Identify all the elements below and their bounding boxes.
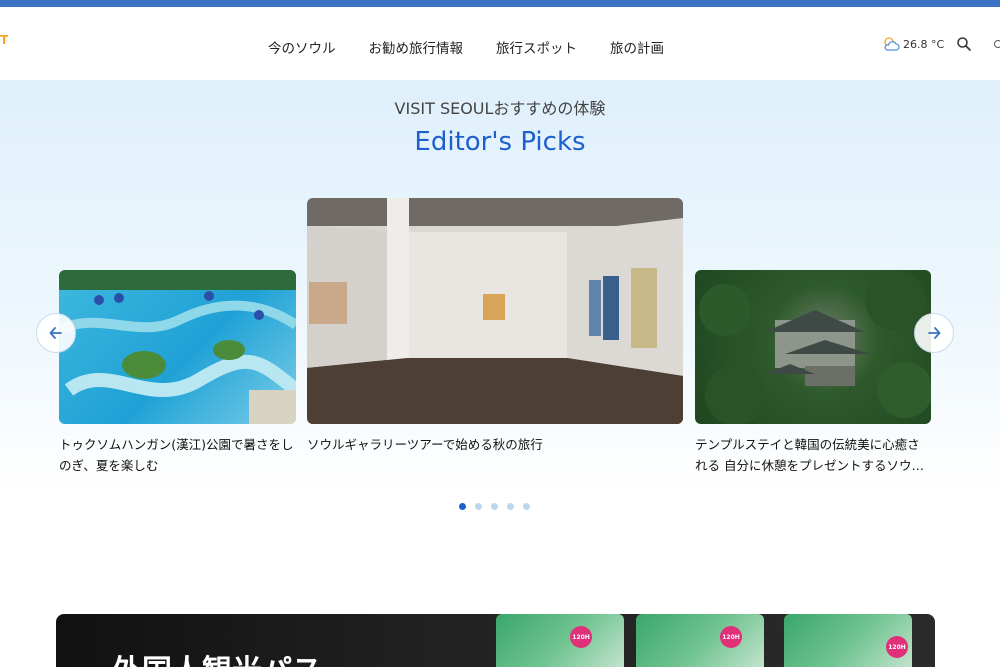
carousel-pagination (459, 503, 530, 510)
arrow-left-icon (49, 327, 62, 339)
gallery-illustration (307, 198, 683, 424)
nav-item-trip-planning[interactable]: 旅の計画 (610, 37, 664, 57)
arrow-right-icon (928, 327, 941, 339)
carousel-prev-button[interactable] (36, 313, 76, 353)
nav-item-recommended-travel[interactable]: お勧め旅行情報 (369, 37, 464, 57)
pass-card-image: 120H (636, 614, 764, 667)
banner-title: 外国人観光パス (112, 646, 322, 667)
editors-picks-section: VISIT SEOULおすすめの体験 Editor's Picks トゥクソムハ… (0, 80, 1000, 610)
tourist-pass-banner[interactable]: 外国人観光パス 120H 120H 120H (56, 614, 935, 667)
nav-item-now-seoul[interactable]: 今のソウル (268, 37, 336, 57)
temple-photo[interactable] (695, 270, 931, 424)
carousel-card[interactable]: トゥクソムハンガン(漢江)公園で暑さをしのぎ、夏を楽しむ (59, 270, 296, 476)
pagination-dot-2[interactable] (475, 503, 482, 510)
section-title: Editor's Picks (414, 127, 586, 157)
pass-duration-badge: 120H (886, 636, 908, 658)
water-park-photo[interactable] (59, 270, 296, 424)
pass-duration-badge: 120H (570, 626, 592, 648)
weather-widget[interactable]: 26.8 °C (882, 36, 944, 52)
partly-cloudy-icon (884, 37, 900, 51)
search-icon (957, 37, 971, 51)
card-caption[interactable]: テンプルステイと韓国の伝統美に心癒される 自分に休憩をプレゼントするソウ… (695, 434, 931, 476)
pass-card-image: 120H (784, 614, 912, 667)
pass-card-image: 120H (496, 614, 624, 667)
pagination-dot-5[interactable] (523, 503, 530, 510)
gallery-photo[interactable] (307, 198, 683, 424)
card-caption[interactable]: トゥクソムハンガン(漢江)公園で暑さをしのぎ、夏を楽しむ (59, 434, 296, 476)
weather-temperature: 26.8 °C (903, 37, 945, 51)
top-accent-bar (0, 0, 1000, 7)
card-caption[interactable]: ソウルギャラリーツアーで始める秋の旅行 (307, 434, 683, 455)
carousel-next-button[interactable] (914, 313, 954, 353)
pagination-dot-4[interactable] (507, 503, 514, 510)
carousel-card-active[interactable]: ソウルギャラリーツアーで始める秋の旅行 (307, 198, 683, 455)
search-button[interactable] (956, 36, 972, 52)
menu-icon[interactable] (994, 40, 1000, 48)
site-header: T 今のソウル お勧め旅行情報 旅行スポット 旅の計画 26.8 °C (0, 7, 1000, 80)
carousel-card[interactable]: テンプルステイと韓国の伝統美に心癒される 自分に休憩をプレゼントするソウ… (695, 270, 931, 476)
main-nav: 今のソウル お勧め旅行情報 旅行スポット 旅の計画 (268, 37, 697, 57)
water-park-illustration (59, 270, 296, 424)
site-logo[interactable]: T (0, 33, 8, 47)
temple-illustration (699, 270, 931, 424)
pass-duration-badge: 120H (720, 626, 742, 648)
nav-item-travel-spots[interactable]: 旅行スポット (496, 37, 577, 57)
section-subtitle: VISIT SEOULおすすめの体験 (394, 99, 606, 118)
pagination-dot-3[interactable] (491, 503, 498, 510)
pagination-dot-1[interactable] (459, 503, 466, 510)
